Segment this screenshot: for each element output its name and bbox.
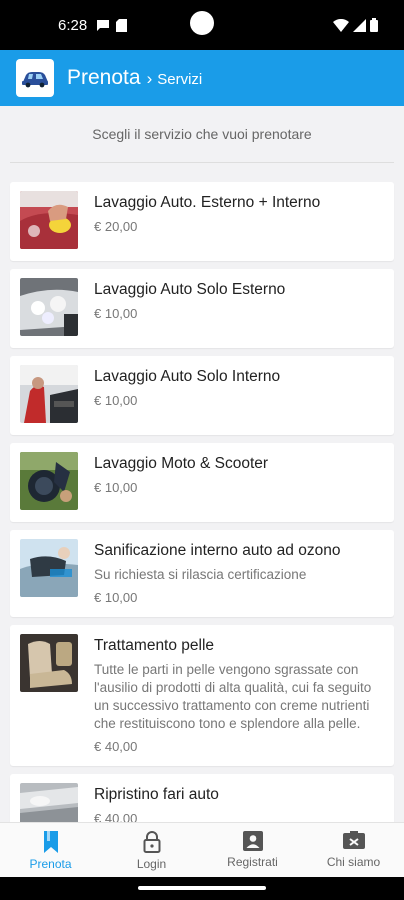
service-list: Lavaggio Auto. Esterno + Interno € 20,00… [0,163,404,822]
gesture-handle[interactable] [138,886,266,890]
service-card[interactable]: Sanificazione interno auto ad ozono Su r… [10,530,394,617]
nav-label: Chi siamo [326,855,381,869]
service-card[interactable]: Lavaggio Auto Solo Esterno € 10,00 [10,269,394,348]
contact-card-icon [342,831,365,849]
service-card[interactable]: Lavaggio Auto. Esterno + Interno € 20,00 [10,182,394,261]
service-photo [20,452,78,510]
message-icon [97,20,109,31]
service-price: € 10,00 [94,306,138,321]
service-title: Lavaggio Auto Solo Esterno [94,281,286,298]
gesture-area [0,877,404,900]
nav-label: Prenota [29,857,72,871]
intro-text: Scegli il servizio che vuoi prenotare [10,106,394,163]
service-photo [20,191,78,249]
status-time: 6:28 [58,17,88,34]
sim-card-icon [116,19,127,32]
service-title: Lavaggio Auto Solo Interno [94,368,281,385]
service-photo [20,539,78,597]
signal-icon [353,18,366,32]
wifi-icon [333,18,349,32]
service-title: Lavaggio Moto & Scooter [94,455,269,472]
service-title: Ripristino fari auto [94,786,219,803]
service-card[interactable]: Lavaggio Moto & Scooter € 10,00 [10,443,394,522]
service-card[interactable]: Trattamento pelle Tutte le parti in pell… [10,625,394,766]
service-title: Sanificazione interno auto ad ozono [94,542,341,559]
service-photo [20,634,78,692]
service-price: € 40,00 [94,739,138,754]
service-price: € 40,00 [94,811,138,822]
service-photo [20,783,78,822]
service-card[interactable]: Lavaggio Auto Solo Interno € 10,00 [10,356,394,435]
main-content: Scegli il servizio che vuoi prenotare La… [0,106,404,822]
service-description: Tutte le parti in pelle vengono sgrassat… [94,662,372,731]
front-camera [190,11,214,35]
lock-icon [143,831,160,853]
service-price: € 10,00 [94,393,138,408]
bookmark-icon [43,831,58,853]
nav-label: Registrati [227,855,278,869]
bottom-nav: Prenota Login Registrati Chi siamo [0,822,404,877]
car-wash-logo-icon[interactable] [16,59,54,97]
service-price: € 10,00 [94,480,138,495]
service-photo [20,365,78,423]
nav-item-registrati[interactable]: Registrati [202,823,303,877]
battery-icon [370,18,378,32]
service-photo [20,278,78,336]
status-bar: 6:28 [0,0,404,50]
service-price: € 20,00 [94,219,138,234]
nav-item-chi-siamo[interactable]: Chi siamo [303,823,404,877]
page-title: Prenota [67,66,141,89]
service-title: Trattamento pelle [94,637,215,654]
service-title: Lavaggio Auto. Esterno + Interno [94,194,321,211]
account-box-icon [242,831,263,851]
app-bar: Prenota › Servizi [0,50,404,106]
nav-item-prenota[interactable]: Prenota [0,823,101,877]
service-price: € 10,00 [94,590,138,605]
breadcrumb-separator: › [146,69,153,88]
service-card[interactable]: Ripristino fari auto € 40,00 [10,774,394,822]
breadcrumb-current: Servizi [157,71,203,88]
nav-label: Login [136,857,167,871]
nav-item-login[interactable]: Login [101,823,202,877]
service-description: Su richiesta si rilascia certificazione [94,567,307,582]
